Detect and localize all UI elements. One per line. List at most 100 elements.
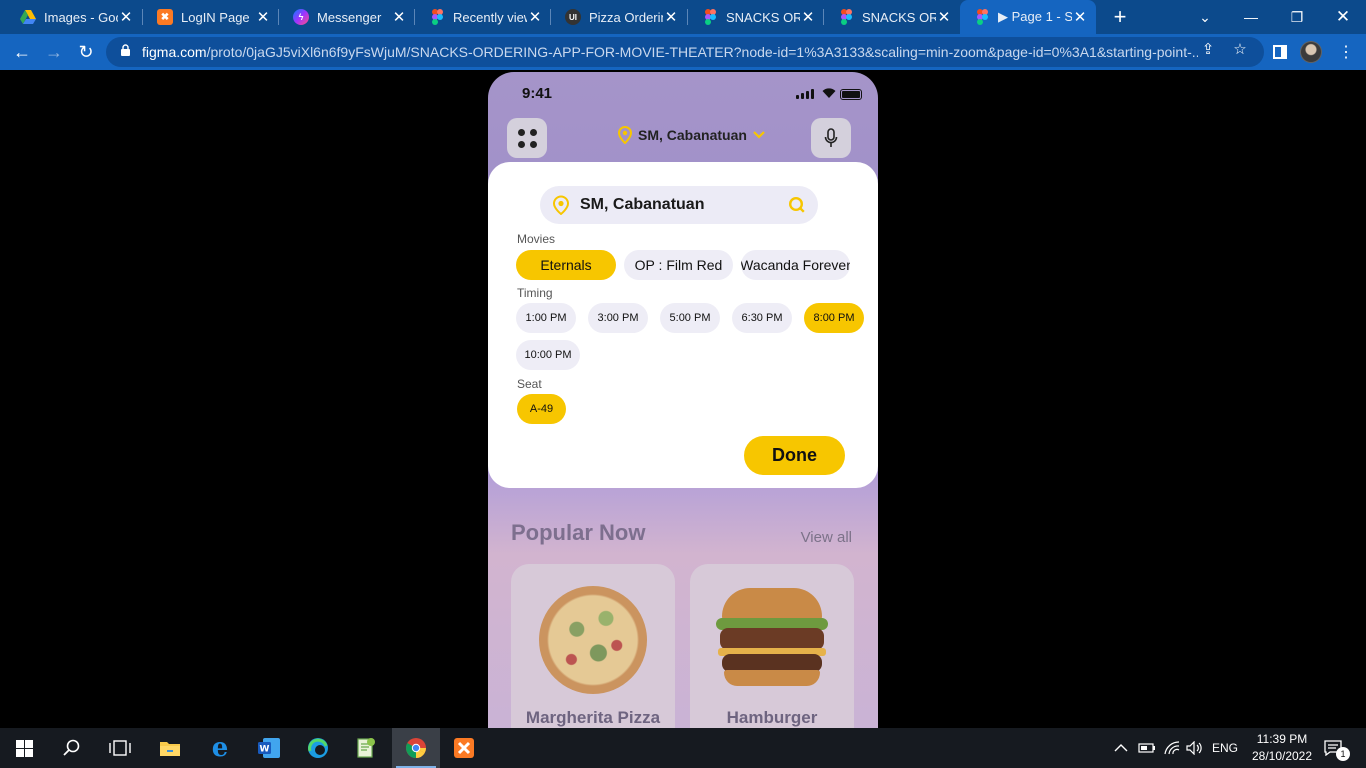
xampp-icon: ✖ — [157, 9, 173, 25]
clock-time: 11:39 PM — [1256, 732, 1308, 746]
movie-chip-eternals[interactable]: Eternals — [516, 250, 616, 280]
notification-count-badge: 1 — [1336, 747, 1350, 761]
volume-icon[interactable] — [1186, 728, 1204, 768]
voice-search-button[interactable] — [811, 118, 851, 158]
new-tab-button[interactable]: + — [1108, 4, 1132, 30]
notepad-plus-plus-icon[interactable] — [342, 728, 390, 768]
menu-grid-button[interactable] — [507, 118, 547, 158]
location-search-input[interactable]: SM, Cabanatuan — [540, 186, 818, 224]
food-card-hamburger[interactable] — [690, 564, 854, 728]
address-bar[interactable]: figma.com/proto/0jaGJ5viXl6n6f9yFsWjuM/S… — [106, 37, 1264, 67]
xampp-icon[interactable] — [440, 728, 488, 768]
timing-section-label: Timing — [517, 286, 553, 300]
tab-recently-viewed[interactable]: Recently view ✕ — [415, 0, 551, 34]
tab-title: Recently view — [453, 9, 527, 25]
svg-text:W: W — [260, 745, 270, 755]
file-explorer-icon[interactable] — [146, 728, 194, 768]
google-drive-icon — [20, 9, 36, 25]
tab-page-1-active[interactable]: ▶ Page 1 - Sl ✕ — [960, 0, 1096, 34]
food-card-pizza[interactable] — [511, 564, 675, 728]
input-language-indicator[interactable]: ENG — [1212, 728, 1238, 768]
close-icon[interactable]: ✕ — [800, 8, 816, 26]
time-chip-selected[interactable]: 8:00 PM — [804, 303, 864, 333]
done-button[interactable]: Done — [744, 436, 845, 475]
figma-icon — [702, 9, 718, 25]
movie-chip-op-film-red[interactable]: OP : Film Red — [624, 250, 733, 280]
pizza-image — [539, 586, 647, 694]
time-chip[interactable]: 5:00 PM — [660, 303, 720, 333]
microphone-icon — [824, 128, 838, 147]
wifi-icon — [822, 88, 836, 98]
phone-status-bar: 9:41 — [488, 72, 878, 116]
close-icon[interactable]: ✕ — [527, 8, 543, 26]
close-icon[interactable]: ✕ — [391, 8, 407, 26]
time-chip[interactable]: 3:00 PM — [588, 303, 648, 333]
figma-icon — [974, 9, 990, 25]
tab-login-page[interactable]: ✖ LogIN Page ✕ — [143, 0, 279, 34]
booking-sheet: SM, Cabanatuan Movies Eternals OP : Film… — [488, 162, 878, 488]
tab-title: Pizza Orderin — [589, 9, 663, 25]
tab-title: ▶ Page 1 - Sl — [998, 9, 1072, 24]
battery-icon — [840, 89, 862, 100]
location-selector[interactable]: SM, Cabanatuan — [618, 126, 765, 144]
lock-icon — [118, 44, 132, 60]
bookmark-star-icon[interactable]: ☆ — [1230, 40, 1250, 60]
chrome-icon[interactable] — [392, 728, 440, 768]
tab-pizza-ordering[interactable]: UI Pizza Orderin ✕ — [551, 0, 687, 34]
food-name: Hamburger — [726, 708, 818, 727]
close-icon[interactable]: ✕ — [663, 8, 679, 26]
time-chip[interactable]: 1:00 PM — [516, 303, 576, 333]
taskbar-clock[interactable]: 11:39 PM 28/10/2022 — [1244, 731, 1320, 765]
movie-chip-wacanda-forever[interactable]: Wacanda Forever — [741, 250, 850, 280]
movies-section-label: Movies — [517, 232, 556, 246]
edge-legacy-icon[interactable]: e — [196, 728, 244, 768]
tab-snacks-ord-1[interactable]: SNACKS ORD ✕ — [688, 0, 824, 34]
uiverse-icon: UI — [565, 9, 581, 25]
tab-title: Messenger — [317, 9, 382, 25]
tab-messenger[interactable]: ϟ Messenger ✕ — [279, 0, 415, 34]
tab-title: Images - Goo — [44, 9, 118, 25]
close-icon[interactable]: ✕ — [255, 8, 271, 26]
forward-button[interactable]: → — [40, 38, 68, 66]
word-icon[interactable]: W — [245, 728, 293, 768]
browser-toolbar: ← → ↻ figma.com/proto/0jaGJ5viXl6n6f9yFs… — [0, 34, 1366, 70]
restore-button[interactable]: ❐ — [1274, 0, 1320, 34]
close-icon[interactable]: ✕ — [118, 8, 134, 26]
close-icon[interactable]: ✕ — [936, 8, 952, 26]
phone-frame: 9:41 SM, Cabanatuan Popular Now View all… — [488, 72, 878, 728]
windows-start-icon[interactable] — [0, 728, 48, 768]
seat-section-label: Seat — [517, 377, 542, 391]
back-button[interactable]: ← — [8, 38, 36, 66]
seat-chip-a49[interactable]: A-49 — [517, 394, 566, 424]
view-all-link[interactable]: View all — [801, 529, 852, 546]
notification-center-icon[interactable]: 1 — [1324, 728, 1356, 768]
time-chip[interactable]: 6:30 PM — [732, 303, 792, 333]
battery-tray-icon[interactable] — [1138, 728, 1156, 768]
side-panel-icon[interactable] — [1266, 38, 1294, 66]
minimize-button[interactable]: ― — [1228, 0, 1274, 34]
profile-avatar[interactable] — [1300, 41, 1322, 63]
tab-images-google[interactable]: Images - Goo ✕ — [6, 0, 142, 34]
window-close-button[interactable]: ✕ — [1320, 0, 1366, 34]
show-hidden-icons-chevron-icon[interactable] — [1114, 728, 1128, 768]
reload-button[interactable]: ↻ — [72, 38, 100, 66]
tab-title: LogIN Page — [181, 9, 250, 25]
tab-search-chevron-icon[interactable]: ⌄ — [1182, 0, 1228, 34]
share-icon[interactable]: ⇪ — [1198, 40, 1218, 60]
edge-icon[interactable] — [294, 728, 342, 768]
close-icon[interactable]: ✕ — [1072, 8, 1088, 26]
messenger-icon: ϟ — [293, 9, 309, 25]
app-top-bar: SM, Cabanatuan — [488, 116, 878, 160]
hamburger-image — [714, 588, 830, 688]
task-view-icon[interactable] — [96, 728, 144, 768]
popular-now-title: Popular Now — [511, 520, 646, 545]
tab-strip: Images - Goo ✕ ✖ LogIN Page ✕ ϟ Messenge… — [0, 0, 1366, 34]
location-pin-icon — [552, 195, 570, 215]
search-icon[interactable] — [48, 728, 96, 768]
network-icon[interactable] — [1164, 728, 1180, 768]
search-value: SM, Cabanatuan — [580, 196, 705, 213]
browser-menu-icon[interactable]: ⋮ — [1332, 38, 1360, 66]
tab-snacks-ord-2[interactable]: SNACKS ORD ✕ — [824, 0, 960, 34]
search-icon[interactable] — [788, 196, 806, 214]
time-chip[interactable]: 10:00 PM — [516, 340, 580, 370]
